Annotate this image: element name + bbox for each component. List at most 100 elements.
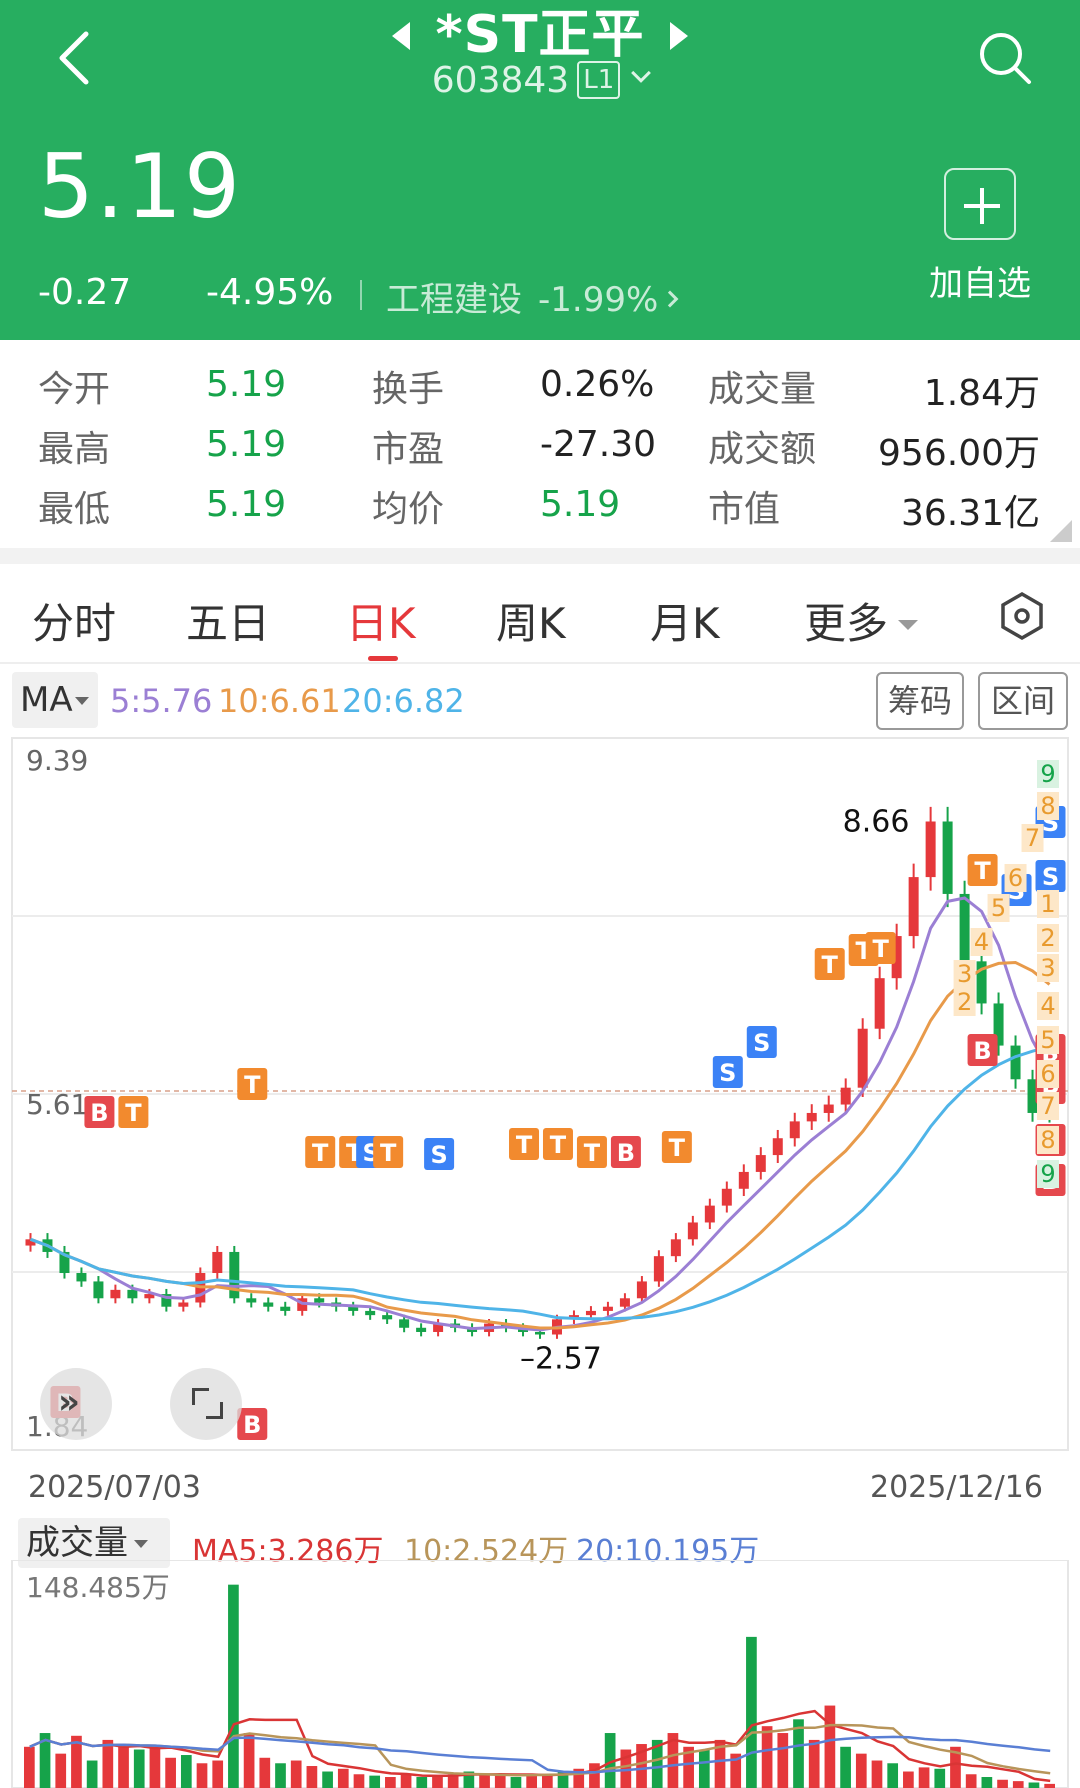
candle [704,1198,715,1230]
signal-badge-S: S [712,1056,743,1088]
chips-button[interactable]: 筹码 [876,672,964,730]
plus-icon[interactable] [944,168,1016,240]
signal-badge-B: B [237,1408,268,1440]
candle [110,1284,121,1304]
candle-body [585,1310,596,1316]
candle-body [653,1256,664,1282]
volume-bar [934,1768,946,1788]
hexagon-settings-icon[interactable] [996,590,1048,642]
signal-badge-text: S [719,1059,736,1087]
fullscreen-icon[interactable] [170,1368,242,1440]
candle [348,1301,359,1316]
caret-down-icon [134,1540,148,1548]
back-arrow-icon[interactable] [50,28,100,88]
tab-more[interactable]: 更多 [804,590,919,651]
volume-bar [24,1746,35,1788]
volume-frame [11,1560,1069,1788]
count-marker: 3 [953,960,976,988]
candle [806,1104,817,1130]
ma20-line [29,1045,1050,1321]
volume-bar [918,1767,930,1788]
stat-value-high: 5.19 [206,424,287,465]
count-marker-text: 5 [1040,1026,1055,1054]
stat-value-low: 5.19 [206,484,287,525]
volume-bar [102,1739,114,1788]
count-marker-text: 7 [1025,824,1040,852]
price-change-percent: -4.95% [206,272,334,313]
candle [687,1215,698,1246]
expand-corner-icon[interactable] [1050,520,1072,542]
candle [416,1323,427,1337]
candle-body [416,1327,427,1332]
candle-body [212,1251,223,1274]
candle-body [772,1138,783,1156]
signal-badge-text: T [516,1131,533,1159]
volume-bar [840,1746,851,1788]
signal-badge-T: T [373,1136,404,1168]
count-marker: 8 [1037,1126,1059,1154]
stat-label-low: 最低 [38,489,111,530]
signal-badge-text: T [822,951,839,979]
search-icon[interactable] [975,28,1035,88]
count-marker: 3 [1037,954,1059,982]
kline-chart[interactable]: 9.395.611.848.66–2.57BBTTTTSTSTTTBSTSTTT… [0,736,1080,1466]
stock-code-line[interactable]: 603843 L1 [340,60,740,101]
signal-badge-T: T [118,1096,149,1128]
count-marker-text: 9 [1040,1160,1055,1188]
volume-bar [416,1777,428,1788]
next-stock-icon[interactable] [670,22,688,50]
count-marker: 2 [953,988,976,1016]
volume-bar [761,1726,773,1788]
signal-badge-T: T [305,1136,336,1168]
tab-weekly-k[interactable]: 周K [496,590,566,651]
fast-forward-icon[interactable]: » [40,1368,112,1440]
caret-down-icon [74,697,89,705]
stock-code: 603843 [431,60,570,101]
ma-selector[interactable]: MA [12,672,98,728]
candle-body [246,1298,257,1303]
volume-bar [510,1777,522,1788]
volume-bar [259,1757,271,1788]
candle-body [127,1289,138,1299]
count-marker: 6 [1037,1060,1059,1088]
candle [976,949,987,1015]
range-button[interactable]: 区间 [978,672,1068,730]
signal-badge-text: B [973,1037,991,1065]
volume-bar [306,1766,318,1788]
signal-badge-text: B [617,1139,635,1167]
level-badge: L1 [577,61,621,99]
candle-body [535,1331,545,1335]
signal-badge-B: B [84,1096,115,1128]
stat-value-volume: 1.84万 [923,373,1040,414]
count-marker-text: 8 [1040,792,1055,820]
stat-label-amount: 成交额 [708,429,817,470]
volume-bar [322,1771,333,1788]
tab-five-day[interactable]: 五日 [186,590,270,651]
stat-value-open: 5.19 [206,364,287,405]
count-marker: 9 [1037,1160,1059,1188]
candle [653,1250,664,1287]
tab-daily-k[interactable]: 日K [346,590,416,651]
low-price-label: –2.57 [520,1342,602,1377]
active-tab-indicator [368,656,398,661]
volume-bar [118,1744,129,1788]
sector-change: -1.99% [538,280,659,320]
chevron-down-icon [631,63,652,83]
volume-bar [212,1760,224,1788]
count-marker-text: 4 [1040,992,1055,1020]
count-marker: 8 [1037,792,1059,820]
count-marker-text: 4 [974,928,989,956]
ma20-legend: 20:6.82 [342,682,465,720]
current-price: 5.19 [38,135,242,238]
stat-label-high: 最高 [38,429,111,470]
volume-bar [698,1749,710,1788]
sector-link[interactable]: 工程建设 -1.99% [386,272,679,321]
date-start-label: 2025/07/03 [28,1470,201,1505]
volume-bar [369,1775,381,1788]
signal-badge-text: S [1042,863,1059,891]
tab-monthly-k[interactable]: 月K [650,590,720,651]
add-watchlist-label[interactable]: 加自选 [920,256,1040,305]
tab-intraday[interactable]: 分时 [32,590,116,651]
stat-label-open: 今开 [38,369,111,410]
signal-badge-text: T [380,1139,397,1167]
